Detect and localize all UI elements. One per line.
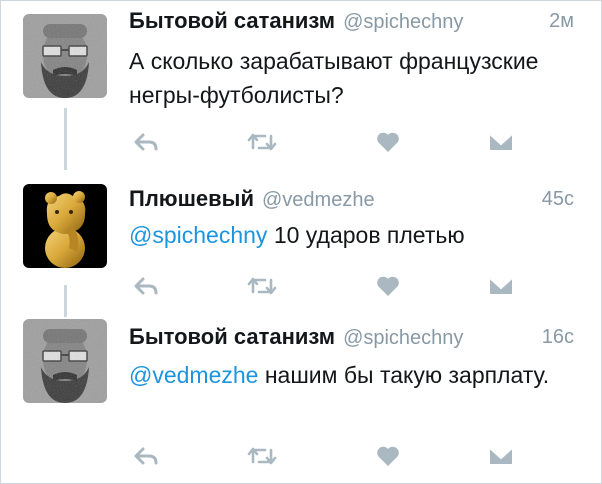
tweet-actions xyxy=(0,441,602,471)
timestamp[interactable]: 45с xyxy=(542,188,574,211)
heart-icon xyxy=(377,446,399,466)
like-button[interactable] xyxy=(371,127,405,157)
bearded-man-avatar-image xyxy=(23,319,107,403)
tweet-body: 10 ударов плетью xyxy=(273,222,465,248)
retweet-icon xyxy=(247,277,277,295)
reply-button[interactable] xyxy=(129,271,163,301)
avatar[interactable] xyxy=(23,319,107,403)
retweet-button[interactable] xyxy=(245,127,279,157)
avatar[interactable] xyxy=(23,14,107,98)
reply-icon xyxy=(134,447,158,465)
tweet-actions xyxy=(0,271,602,301)
retweet-button[interactable] xyxy=(245,441,279,471)
timestamp[interactable]: 2м xyxy=(549,10,574,33)
author-name[interactable]: Бытовой сатанизм xyxy=(129,8,335,33)
heart-icon xyxy=(377,132,399,152)
direct-message-icon xyxy=(489,447,513,464)
mention-link[interactable]: @spichechny xyxy=(129,222,267,248)
retweet-icon xyxy=(247,133,277,151)
tweet-text: @vedmezhe нашим бы такую зарплату. xyxy=(129,358,579,392)
author-handle[interactable]: @spichechny xyxy=(343,327,463,349)
heart-icon xyxy=(377,276,399,296)
message-button[interactable] xyxy=(484,441,518,471)
timestamp[interactable]: 16с xyxy=(542,326,574,349)
author-handle[interactable]: @spichechny xyxy=(343,11,463,33)
reply-button[interactable] xyxy=(129,441,163,471)
tweet-body: А сколько зарабатывают французские негры… xyxy=(129,48,539,108)
avatar[interactable] xyxy=(23,184,107,268)
author-name[interactable]: Бытовой сатанизм xyxy=(129,324,335,349)
reply-button[interactable] xyxy=(129,127,163,157)
tweet[interactable]: Плюшевый @vedmezhe 45с @spichechny 10 уда… xyxy=(0,170,602,310)
tweet[interactable]: Бытовой сатанизм @spichechny 16с @vedmezh… xyxy=(0,310,602,484)
golden-bear-avatar-image xyxy=(23,184,107,268)
like-button[interactable] xyxy=(371,271,405,301)
message-button[interactable] xyxy=(484,271,518,301)
author-name[interactable]: Плюшевый xyxy=(129,186,254,211)
reply-icon xyxy=(134,133,158,151)
tweet-body: нашим бы такую зарплату. xyxy=(264,362,550,388)
direct-message-icon xyxy=(489,277,513,294)
message-button[interactable] xyxy=(484,127,518,157)
reply-icon xyxy=(134,277,158,295)
retweet-icon xyxy=(247,447,277,465)
retweet-button[interactable] xyxy=(245,271,279,301)
mention-link[interactable]: @vedmezhe xyxy=(129,362,258,388)
bearded-man-avatar-image xyxy=(23,14,107,98)
tweet[interactable]: Бытовой сатанизм @spichechny 2м А сколько… xyxy=(0,0,602,170)
like-button[interactable] xyxy=(371,441,405,471)
direct-message-icon xyxy=(489,133,513,150)
author-handle[interactable]: @vedmezhe xyxy=(262,189,375,211)
tweet-text: А сколько зарабатывают французские негры… xyxy=(129,44,579,112)
tweet-actions xyxy=(0,127,602,157)
tweet-text: @spichechny 10 ударов плетью xyxy=(129,218,579,252)
